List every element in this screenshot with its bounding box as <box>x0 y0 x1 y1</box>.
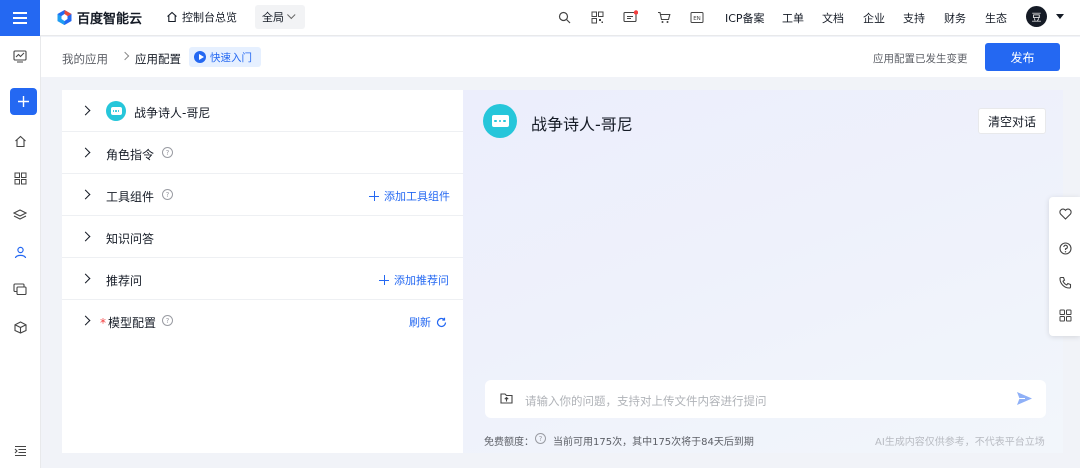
add-recommend-button[interactable]: 添加推荐问 <box>379 272 449 288</box>
caret-down-icon[interactable] <box>1056 14 1064 19</box>
change-status-text: 应用配置已发生变更 <box>873 53 968 65</box>
add-icon[interactable] <box>10 88 37 115</box>
config-row-role[interactable]: 角色指令 ? <box>62 132 463 174</box>
nav-support[interactable]: 支持 <box>903 10 925 26</box>
chevron-right-icon[interactable] <box>80 315 91 326</box>
recommend-label: 推荐问 <box>106 274 143 288</box>
nav-finance[interactable]: 财务 <box>944 10 966 26</box>
publish-button[interactable]: 发布 <box>985 43 1060 71</box>
monitor-icon[interactable] <box>12 48 28 64</box>
chat-input-placeholder: 请输入你的问题，支持对上传文件内容进行提问 <box>525 394 767 408</box>
console-overview-label: 控制台总览 <box>182 11 237 24</box>
logo-text: 百度智能云 <box>77 11 143 27</box>
avatar[interactable]: 豆 <box>1026 6 1047 27</box>
plus-icon <box>369 191 379 201</box>
help-icon[interactable]: ? <box>162 147 173 158</box>
nav-docs[interactable]: 文档 <box>822 10 844 26</box>
breadcrumb-my-apps[interactable]: 我的应用 <box>62 51 108 67</box>
home-icon <box>167 11 177 23</box>
box-icon[interactable] <box>12 319 28 335</box>
play-icon <box>194 51 206 63</box>
config-row-recommend[interactable]: 推荐问 添加推荐问 <box>62 258 463 300</box>
chevron-down-icon <box>287 10 296 20</box>
grid-icon[interactable] <box>12 170 28 186</box>
bot-avatar <box>106 101 126 121</box>
chevron-right-icon[interactable] <box>80 105 91 116</box>
tools-label: 工具组件 <box>106 190 155 204</box>
apps-grid-icon[interactable] <box>1058 308 1072 322</box>
screens-icon[interactable] <box>12 281 28 297</box>
ai-disclaimer: AI生成内容仅供参考，不代表平台立场 <box>875 437 1045 448</box>
free-quota-text: 当前可用175次，其中175次将于84天后到期 <box>553 437 754 448</box>
cart-icon[interactable] <box>656 9 672 25</box>
chevron-right-icon[interactable] <box>80 189 91 200</box>
chevron-right-icon <box>120 51 130 61</box>
phone-icon[interactable] <box>1058 275 1072 289</box>
floating-toolbar <box>1049 197 1080 336</box>
add-tool-button[interactable]: 添加工具组件 <box>369 188 450 204</box>
menu-icon[interactable] <box>0 0 40 36</box>
nav-ecosystem[interactable]: 生态 <box>985 10 1007 26</box>
breadcrumb-app-config: 应用配置 <box>135 52 181 66</box>
nav-ticket[interactable]: 工单 <box>782 10 804 26</box>
refresh-label: 刷新 <box>409 316 431 329</box>
plus-icon <box>379 275 389 285</box>
heart-icon[interactable] <box>1058 207 1072 221</box>
knowledge-qa-label: 知识问答 <box>106 232 155 246</box>
svg-text:EN: EN <box>693 16 701 22</box>
chevron-right-icon[interactable] <box>80 273 91 284</box>
quickstart-button[interactable]: 快速入门 <box>189 47 261 67</box>
add-recommend-label: 添加推荐问 <box>394 274 449 287</box>
add-tool-label: 添加工具组件 <box>384 190 450 203</box>
page-header: 我的应用 应用配置 快速入门 应用配置已发生变更 发布 <box>41 37 1080 77</box>
message-icon[interactable] <box>622 9 638 25</box>
help-icon[interactable]: ? <box>162 189 173 200</box>
help-icon[interactable] <box>1058 241 1072 255</box>
region-select[interactable]: 全局 <box>255 5 305 29</box>
app-name: 战争诗人-哥尼 <box>134 106 211 120</box>
nav-enterprise[interactable]: 企业 <box>863 10 885 26</box>
bot-avatar <box>483 104 517 138</box>
quickstart-label: 快速入门 <box>210 51 252 64</box>
help-icon[interactable]: ? <box>535 433 546 444</box>
top-bar: 百度智能云 控制台总览 全局 EN ICP备案 工单 文档 企业 支持 财务 生… <box>0 0 1080 36</box>
preview-panel: 战争诗人-哥尼 清空对话 请输入你的问题，支持对上传文件内容进行提问 免费额度：… <box>463 90 1063 453</box>
user-icon[interactable] <box>12 244 28 260</box>
send-icon[interactable] <box>1016 390 1033 407</box>
console-overview-link[interactable]: 控制台总览 <box>166 9 237 25</box>
chevron-right-icon[interactable] <box>80 231 91 242</box>
upload-file-icon[interactable] <box>500 392 513 404</box>
free-quota-label: 免费额度： <box>484 437 534 448</box>
en-language-icon[interactable]: EN <box>689 9 705 25</box>
config-row-tools[interactable]: 工具组件 ? 添加工具组件 <box>62 174 463 216</box>
logo[interactable]: 百度智能云 <box>56 7 142 27</box>
refresh-button[interactable]: 刷新 <box>409 314 447 330</box>
preview-title: 战争诗人-哥尼 <box>531 115 633 134</box>
search-icon[interactable] <box>556 9 572 25</box>
side-rail <box>0 36 41 468</box>
home-icon[interactable] <box>12 133 28 149</box>
collapse-icon[interactable] <box>12 443 28 459</box>
help-icon[interactable]: ? <box>162 315 173 326</box>
nav-icp[interactable]: ICP备案 <box>725 10 765 26</box>
logo-mark-icon <box>56 9 73 26</box>
refresh-icon <box>436 317 447 327</box>
model-config-label: * 模型配置 <box>100 316 157 330</box>
config-panel: 战争诗人-哥尼 角色指令 ? 工具组件 ? 添加工具组件 知识问答 推荐问 添加… <box>62 90 463 453</box>
config-row-app[interactable]: 战争诗人-哥尼 <box>62 90 463 132</box>
qrcode-icon[interactable] <box>589 9 605 25</box>
role-instruction-label: 角色指令 <box>106 148 155 162</box>
config-row-model[interactable]: * 模型配置 ? 刷新 <box>62 300 463 342</box>
config-row-knowledge[interactable]: 知识问答 <box>62 216 463 258</box>
chevron-right-icon[interactable] <box>80 147 91 158</box>
layers-icon[interactable] <box>12 207 28 223</box>
region-label: 全局 <box>262 11 284 24</box>
clear-chat-button[interactable]: 清空对话 <box>978 108 1046 134</box>
